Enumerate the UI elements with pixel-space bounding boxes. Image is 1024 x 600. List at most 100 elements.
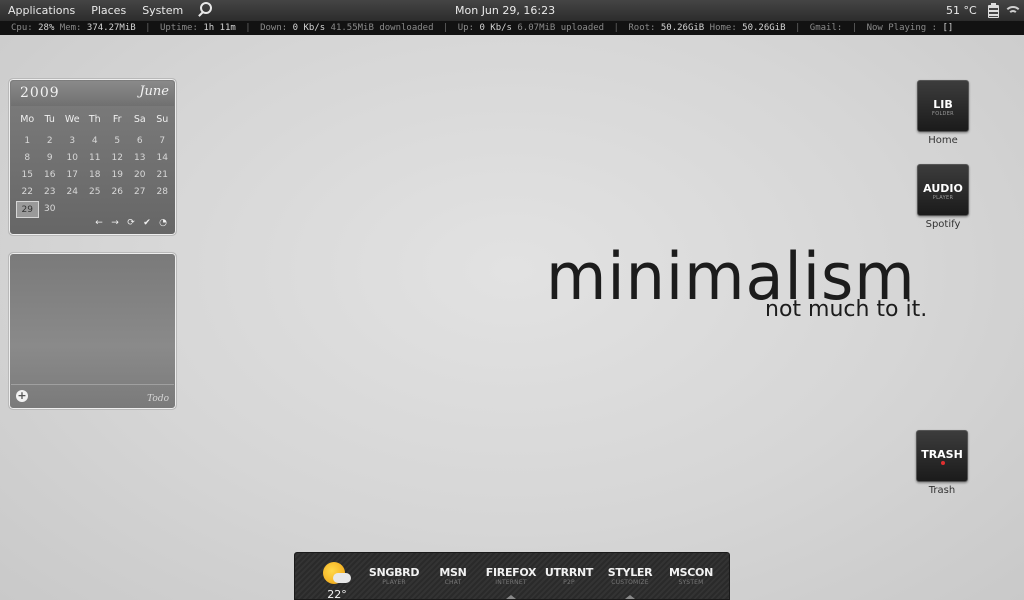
calendar-day[interactable]: 9 (39, 150, 62, 167)
uploaded-total: 6.07MiB uploaded (517, 23, 605, 33)
calendar-controls: ← → ⟳ ✔ ◔ (94, 218, 168, 228)
calendar-day[interactable]: 19 (106, 167, 129, 184)
calendar-day[interactable]: 20 (129, 167, 152, 184)
tile-main-label: AUDIO (923, 182, 963, 195)
conky-system-monitor: Cpu: 28% Mem: 374.27MiB | Uptime: 1h 11m… (0, 21, 1024, 35)
now-playing-label: Now Playing : (866, 23, 938, 33)
calendar-day (84, 201, 107, 218)
tile-main-label: TRASH (921, 448, 963, 461)
dock-item-sublabel: PLAYER (382, 579, 406, 586)
desktop-icon-home[interactable]: LIB FOLDER Home (913, 80, 973, 146)
calendar-day[interactable]: 22 (16, 184, 39, 201)
calendar-day[interactable]: 6 (129, 133, 152, 150)
down-label: Down: (260, 23, 288, 33)
calendar-day[interactable]: 26 (106, 184, 129, 201)
calendar-day[interactable]: 2 (39, 133, 62, 150)
running-indicator (506, 595, 516, 599)
folder-icon[interactable]: LIB FOLDER (917, 80, 969, 132)
dock-item-sublabel: SYSTEM (678, 579, 704, 586)
dock-item-utorrent[interactable]: UTRRNT P2P (539, 566, 599, 586)
calendar-week-row: 15 16 17 18 19 20 21 (16, 167, 174, 184)
calendar-day[interactable]: 23 (39, 184, 62, 201)
dock: 22° SNGBRD PLAYER MSN CHAT FIREFOX INTER… (294, 552, 730, 600)
calendar-day[interactable]: 25 (84, 184, 107, 201)
audio-player-icon[interactable]: AUDIO PLAYER (917, 164, 969, 216)
dock-item-label: UTRRNT (544, 566, 594, 579)
trash-icon[interactable]: TRASH (916, 430, 968, 482)
dock-item-msn[interactable]: MSN CHAT (423, 566, 483, 586)
clock[interactable]: Mon Jun 29, 16:23 (455, 0, 555, 21)
check-icon[interactable]: ✔ (142, 218, 152, 228)
calendar-month: June (139, 84, 169, 99)
calendar-day[interactable]: 1 (16, 133, 39, 150)
calendar-day[interactable]: 4 (84, 133, 107, 150)
calendar-day[interactable]: 28 (151, 184, 174, 201)
calendar-header: 2009 June (11, 81, 174, 106)
calendar-day[interactable]: 17 (61, 167, 84, 184)
calendar-day[interactable]: 3 (61, 133, 84, 150)
calendar-day[interactable]: 11 (84, 150, 107, 167)
tile-sub-label: PLAYER (932, 195, 954, 201)
down-value: 0 Kb/s (292, 23, 326, 33)
add-todo-icon[interactable]: + (16, 390, 28, 402)
dock-item-label: STYLER (607, 566, 653, 579)
dock-item-sublabel: CUSTOMIZE (611, 579, 649, 586)
calendar-day[interactable]: 16 (39, 167, 62, 184)
calendar-widget: 2009 June Mo Tu We Th Fr Sa Su 1 2 3 4 5… (8, 78, 177, 236)
home-label: Home: (709, 23, 737, 33)
calendar-grid: Mo Tu We Th Fr Sa Su 1 2 3 4 5 6 7 8 9 1… (16, 111, 174, 218)
places-menu[interactable]: Places (83, 0, 134, 21)
search-icon[interactable] (195, 0, 215, 21)
weather-temperature: 22° (327, 588, 347, 600)
prev-month-icon[interactable]: ← (94, 218, 104, 228)
calendar-day-today[interactable]: 29 (16, 201, 39, 218)
calendar-day[interactable]: 21 (151, 167, 174, 184)
clock-icon[interactable]: ◔ (158, 218, 168, 228)
trash-indicator-dot (941, 461, 945, 465)
desktop-icon-trash[interactable]: TRASH Trash (912, 430, 972, 496)
calendar-day[interactable]: 13 (129, 150, 152, 167)
weekday-label: Su (156, 114, 169, 125)
gmail-label: Gmail: (809, 23, 843, 33)
wifi-icon[interactable] (1004, 4, 1022, 18)
todo-divider (11, 384, 174, 385)
calendar-day[interactable]: 15 (16, 167, 39, 184)
up-label: Up: (457, 23, 475, 33)
calendar-day[interactable]: 12 (106, 150, 129, 167)
weekday-label: Tu (44, 114, 55, 125)
calendar-day[interactable]: 8 (16, 150, 39, 167)
calendar-day (129, 201, 152, 218)
todo-widget[interactable]: + Todo (8, 252, 177, 410)
downloaded-total: 41.55MiB downloaded (330, 23, 434, 33)
calendar-day[interactable]: 14 (151, 150, 174, 167)
weekday-label: Mo (20, 114, 35, 125)
calendar-day[interactable]: 7 (151, 133, 174, 150)
calendar-day[interactable]: 27 (129, 184, 152, 201)
dock-item-mscon[interactable]: MSCON SYSTEM (661, 566, 721, 586)
weekday-label: Th (88, 114, 101, 125)
calendar-day[interactable]: 5 (106, 133, 129, 150)
up-value: 0 Kb/s (479, 23, 512, 33)
next-month-icon[interactable]: → (110, 218, 120, 228)
weekday-label: We (64, 114, 80, 125)
running-indicator (625, 595, 635, 599)
dock-item-firefox[interactable]: FIREFOX INTERNET (481, 566, 541, 586)
calendar-day (61, 201, 84, 218)
mem-value: 374.27MiB (86, 23, 136, 33)
now-playing-value: [] (942, 23, 954, 33)
weekday-label: Sa (133, 114, 146, 125)
refresh-icon[interactable]: ⟳ (126, 218, 136, 228)
dock-item-label: FIREFOX (485, 566, 537, 579)
weather-widget[interactable]: 22° (319, 562, 351, 600)
dock-item-styler[interactable]: STYLER CUSTOMIZE (600, 566, 660, 586)
calendar-day[interactable]: 24 (61, 184, 84, 201)
desktop-icon-spotify[interactable]: AUDIO PLAYER Spotify (913, 164, 973, 230)
dock-item-songbird[interactable]: SNGBRD PLAYER (364, 566, 424, 586)
calendar-day[interactable]: 10 (61, 150, 84, 167)
system-menu[interactable]: System (134, 0, 191, 21)
calendar-week-row: 22 23 24 25 26 27 28 (16, 184, 174, 201)
battery-icon[interactable] (986, 3, 1002, 18)
applications-menu[interactable]: Applications (0, 0, 83, 21)
calendar-day[interactable]: 18 (84, 167, 107, 184)
calendar-day[interactable]: 30 (39, 201, 62, 218)
